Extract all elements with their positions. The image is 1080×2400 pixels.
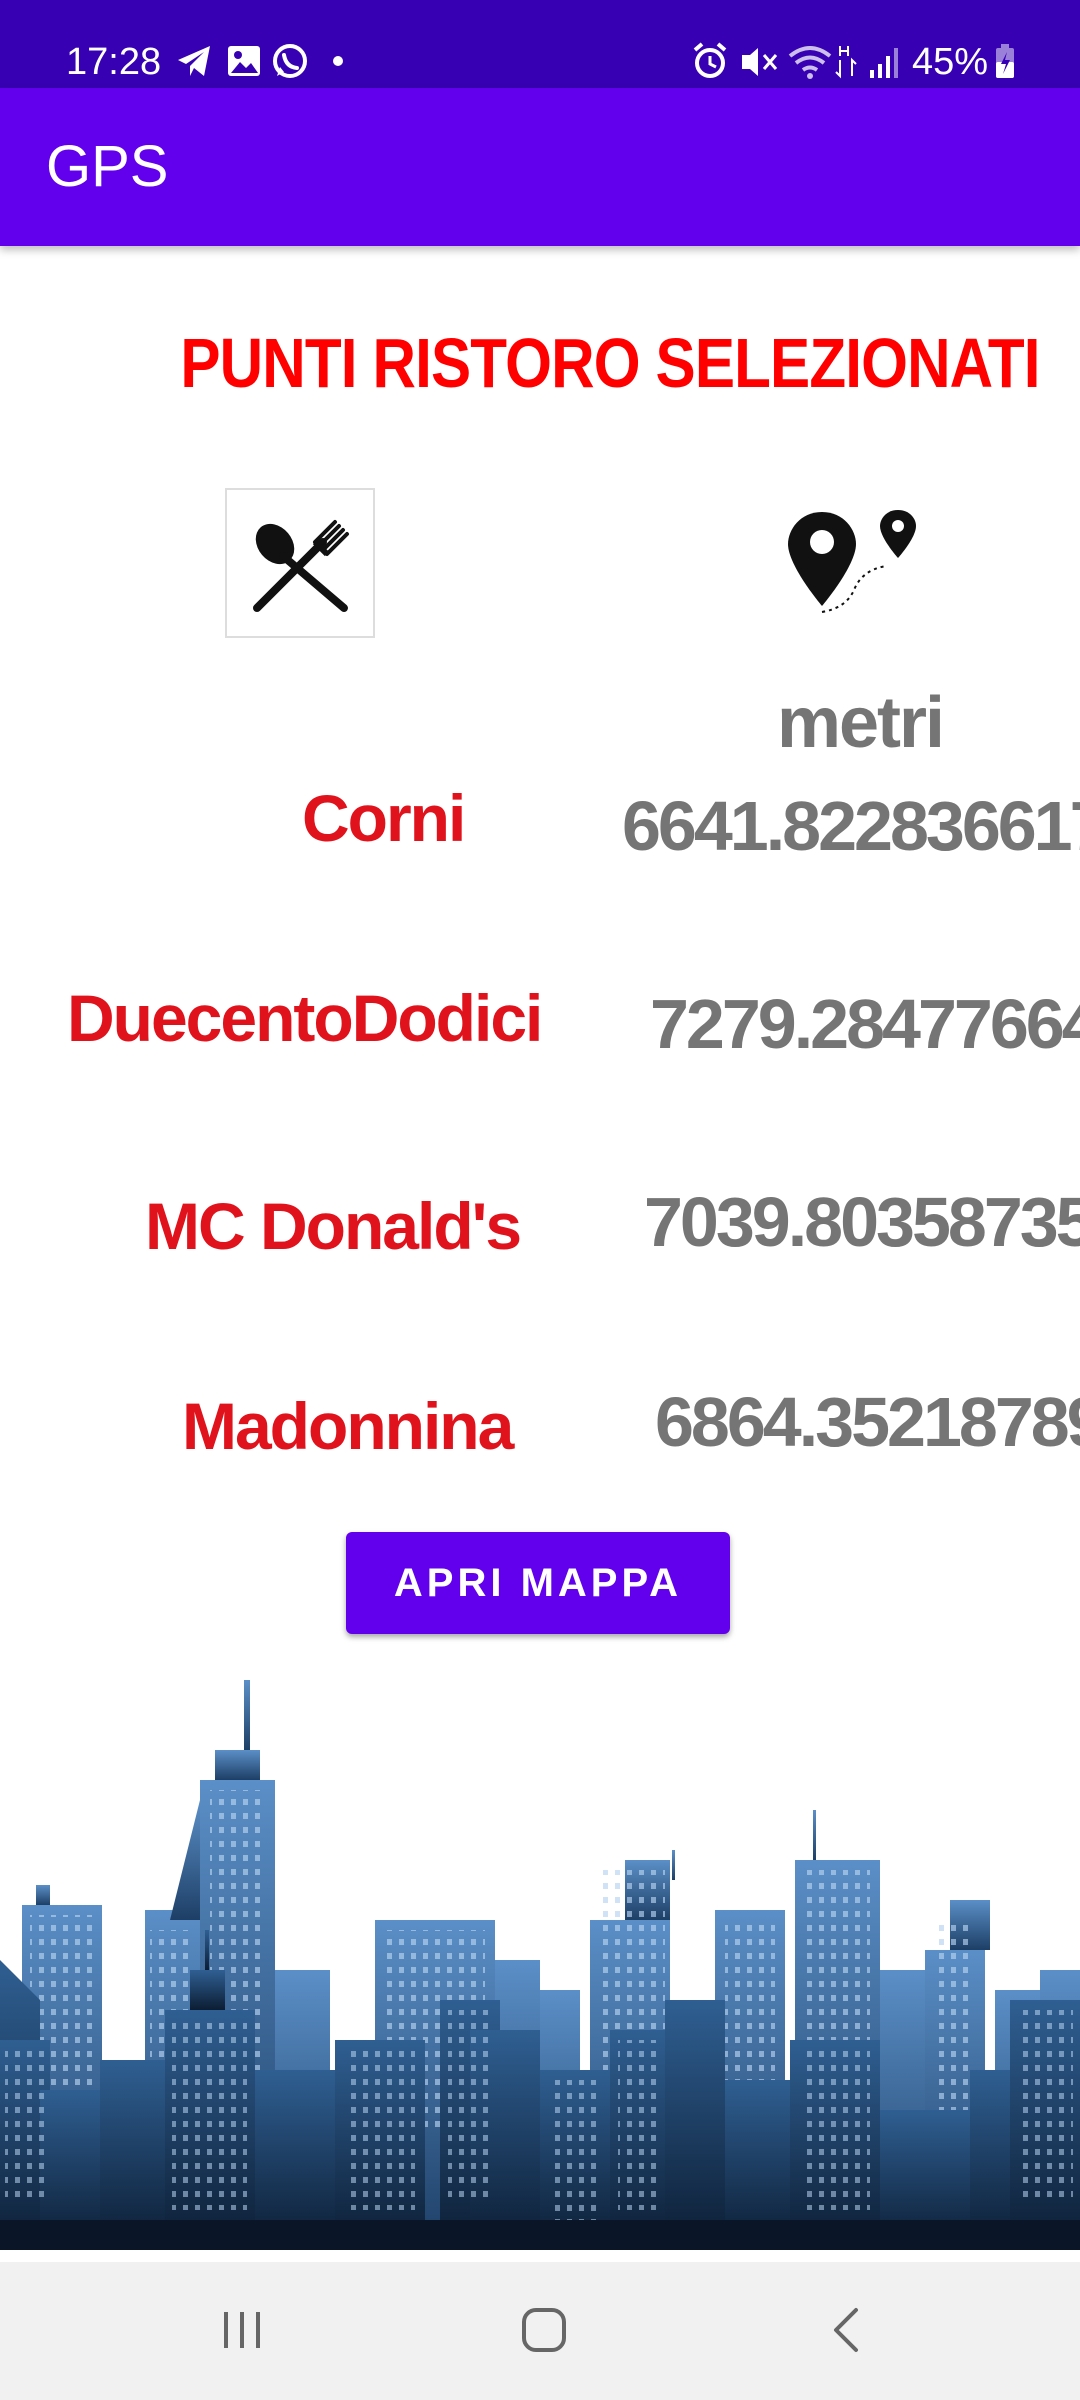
place-distance: 7039.803587357745	[644, 1183, 1080, 1261]
wifi-icon	[788, 46, 832, 79]
home-icon[interactable]	[520, 2306, 568, 2354]
battery-charging-icon	[996, 44, 1014, 78]
page-title: PUNTI RISTORO SELEZIONATI	[180, 324, 1040, 402]
gallery-icon	[228, 46, 260, 76]
mute-icon	[742, 48, 778, 76]
open-map-button[interactable]: APRI MAPPA	[346, 1532, 730, 1634]
place-name: Corni	[302, 781, 466, 855]
unit-label: metri	[776, 683, 945, 763]
app-bar: GPS	[0, 88, 1080, 246]
place-distance: 6864.352187892954	[655, 1383, 1080, 1461]
place-distance: 7279.284776642811	[650, 985, 1080, 1063]
location-route-icon	[788, 510, 916, 613]
signal-icon	[870, 48, 898, 78]
dot-icon	[333, 56, 343, 66]
status-left-icons	[178, 44, 343, 78]
whatsapp-icon	[273, 44, 307, 78]
battery-percentage: 45%	[912, 41, 989, 83]
place-name: DuecentoDodici	[67, 981, 543, 1055]
city-skyline-illustration	[0, 1680, 1080, 2250]
place-distance: 6641.822836617714	[622, 787, 1080, 865]
status-bar: 17:28 45%	[0, 0, 1080, 88]
app-title: GPS	[46, 134, 169, 199]
alarm-icon	[693, 42, 727, 78]
status-time: 17:28	[66, 41, 162, 83]
fork-spoon-icon	[225, 488, 375, 638]
place-name: MC Donald's	[145, 1189, 522, 1263]
back-icon[interactable]	[828, 2306, 864, 2354]
place-name: Madonnina	[182, 1389, 514, 1463]
data-arrows-icon	[835, 46, 857, 79]
navigation-bar	[0, 2262, 1080, 2400]
telegram-icon	[178, 46, 210, 76]
recents-icon[interactable]	[220, 2308, 264, 2352]
